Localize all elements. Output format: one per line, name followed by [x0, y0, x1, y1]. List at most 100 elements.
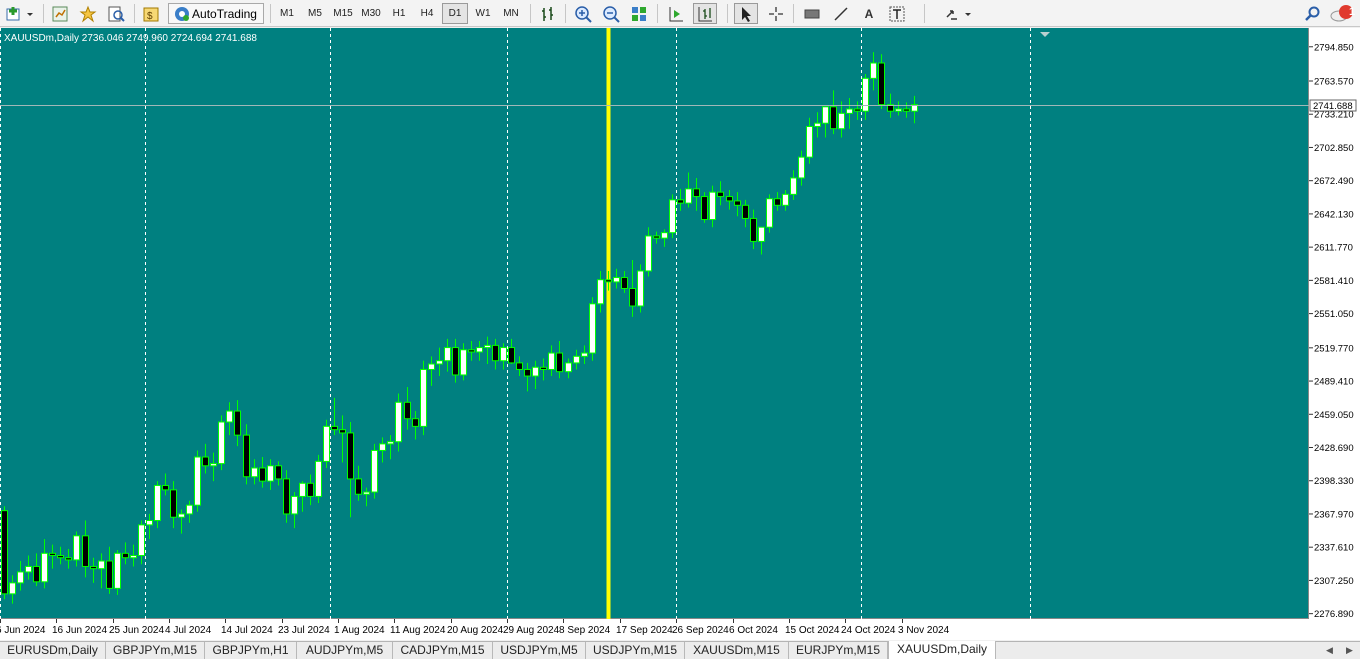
- metaeditor-button[interactable]: $: [139, 3, 163, 24]
- candle-bull: [669, 199, 676, 234]
- candle-bull: [9, 582, 16, 595]
- trendline-tool-button[interactable]: [829, 3, 853, 24]
- new-chart-icon: [6, 6, 33, 20]
- candle-bull: [500, 347, 507, 362]
- candle-bear: [162, 484, 169, 491]
- zoom-out-button[interactable]: [599, 3, 623, 24]
- candle-bear: [412, 418, 419, 427]
- tab-xauusdm-daily[interactable]: XAUUSDm,Daily: [888, 641, 996, 659]
- candle-bull: [798, 156, 805, 179]
- date-tick-label: 8 Sep 2024: [559, 625, 611, 636]
- timeframe-h4[interactable]: H4: [414, 3, 440, 24]
- candle-bear: [283, 478, 290, 515]
- tab-eurjpym-m15[interactable]: EURJPYm,M15: [789, 642, 888, 659]
- candle-bull: [363, 491, 370, 495]
- timeframe-m5[interactable]: M5: [302, 3, 328, 24]
- candle-bear: [621, 277, 628, 289]
- candle-bull: [371, 449, 378, 493]
- date-tick-label: 24 Oct 2024: [841, 625, 896, 636]
- text-label-icon: [889, 6, 905, 21]
- candle-bear: [717, 191, 724, 198]
- cursor-arrow-icon: [742, 6, 751, 22]
- price-tick-label: 2581.410: [1314, 276, 1354, 287]
- candle-bull: [138, 524, 145, 557]
- candle-bear: [516, 362, 523, 370]
- metaeditor-icon: $: [143, 7, 159, 22]
- timeframe-w1[interactable]: W1: [470, 3, 496, 24]
- bar-chart-button[interactable]: [536, 3, 560, 24]
- timeframe-m30[interactable]: M30: [358, 3, 384, 24]
- price-tick-label: 2551.050: [1314, 309, 1354, 320]
- date-tick-label: 15 Oct 2024: [785, 625, 840, 636]
- date-tick-label: 1 Aug 2024: [334, 625, 385, 636]
- timeframe-m1[interactable]: M1: [274, 3, 300, 24]
- chart-shift-button[interactable]: [664, 3, 688, 24]
- tab-eurusdm-daily[interactable]: EURUSDm,Daily: [0, 642, 106, 659]
- price-tick-label: 2794.850: [1314, 42, 1354, 53]
- candle-bull: [822, 106, 829, 124]
- cursor-button[interactable]: [734, 3, 758, 24]
- navigator-button[interactable]: [76, 3, 100, 24]
- candle-bull: [251, 467, 258, 478]
- candle-bull: [613, 277, 620, 283]
- autotrading-icon: [175, 6, 190, 21]
- price-tick-label: 2367.970: [1314, 509, 1354, 520]
- tab-audjpym-m5[interactable]: AUDJPYm,M5: [297, 642, 393, 659]
- chart-plot-area: [0, 28, 1309, 619]
- date-tick-label: 6 Oct 2024: [729, 625, 778, 636]
- candle-bull: [186, 504, 193, 515]
- tab-cadjpym-m15[interactable]: CADJPYm,M15: [393, 642, 493, 659]
- candle-bear: [734, 200, 741, 206]
- search-document-icon: [108, 6, 125, 22]
- candlestick-chart[interactable]: 2794.8502763.5702733.2102702.8502672.490…: [0, 28, 1360, 640]
- autotrading-button[interactable]: AutoTrading: [168, 3, 264, 24]
- candle-bear: [726, 196, 733, 202]
- auto-scroll-button[interactable]: [693, 3, 717, 24]
- rectangle-tool-button[interactable]: [800, 3, 824, 24]
- tab-gbpjpym-m15[interactable]: GBPJPYm,M15: [106, 642, 205, 659]
- chart-tabs: EURUSDm,Daily GBPJPYm,M15 GBPJPYm,H1 AUD…: [0, 641, 1360, 659]
- search-button[interactable]: [1302, 3, 1324, 24]
- tab-gbpjpym-h1[interactable]: GBPJPYm,H1: [205, 642, 297, 659]
- timeframe-mn[interactable]: MN: [498, 3, 524, 24]
- timeframe-d1[interactable]: D1: [442, 3, 468, 24]
- candle-bull: [637, 270, 644, 307]
- trendline-icon: [834, 6, 848, 21]
- candle-bull: [790, 177, 797, 195]
- candle-bull: [226, 410, 233, 423]
- text-tool-button[interactable]: A: [857, 3, 881, 24]
- arrows-tool-button[interactable]: [942, 3, 974, 24]
- tabs-scroll-left-icon[interactable]: ◀: [1326, 645, 1333, 656]
- svg-text:$: $: [147, 11, 153, 22]
- zoom-in-button[interactable]: [571, 3, 595, 24]
- candle-bull: [146, 520, 153, 526]
- zoom-out-icon: [603, 5, 620, 23]
- price-tick-label: 2763.570: [1314, 77, 1354, 88]
- highlight-vertical-line: [606, 28, 611, 619]
- tab-xauusdm-m15[interactable]: XAUUSDm,M15: [685, 642, 789, 659]
- notifications-button[interactable]: 1: [1328, 3, 1356, 24]
- candle-bear: [82, 535, 89, 567]
- tab-usdjpym-m5[interactable]: USDJPYm,M5: [493, 642, 586, 659]
- price-tick-label: 2428.690: [1314, 443, 1354, 454]
- crosshair-button[interactable]: [764, 3, 788, 24]
- market-watch-button[interactable]: [48, 3, 72, 24]
- candle-bull: [178, 513, 185, 518]
- candle-bull: [420, 368, 427, 427]
- timeframe-m15[interactable]: M15: [330, 3, 356, 24]
- candle-bear: [508, 347, 515, 364]
- price-tick-label: 2337.610: [1314, 543, 1354, 554]
- tile-windows-button[interactable]: [627, 3, 651, 24]
- new-chart-button[interactable]: [4, 3, 36, 24]
- price-tick-label: 2702.850: [1314, 143, 1354, 154]
- chart-window[interactable]: 2794.850 2763.570 2733.210 2702.850 2672.490…: [0, 28, 1360, 640]
- timeframe-h1[interactable]: H1: [386, 3, 412, 24]
- date-tick-label: 14 Jul 2024: [221, 625, 273, 636]
- text-label-tool-button[interactable]: [885, 3, 909, 24]
- tab-usdjpym-m15[interactable]: USDJPYm,M15: [586, 642, 685, 659]
- candle-bull: [17, 571, 24, 584]
- strategy-tester-button[interactable]: [104, 3, 128, 24]
- tabs-scroll-right-icon[interactable]: ▶: [1346, 645, 1353, 656]
- candle-bear: [468, 349, 475, 353]
- arrows-dropdown-icon: [946, 9, 971, 20]
